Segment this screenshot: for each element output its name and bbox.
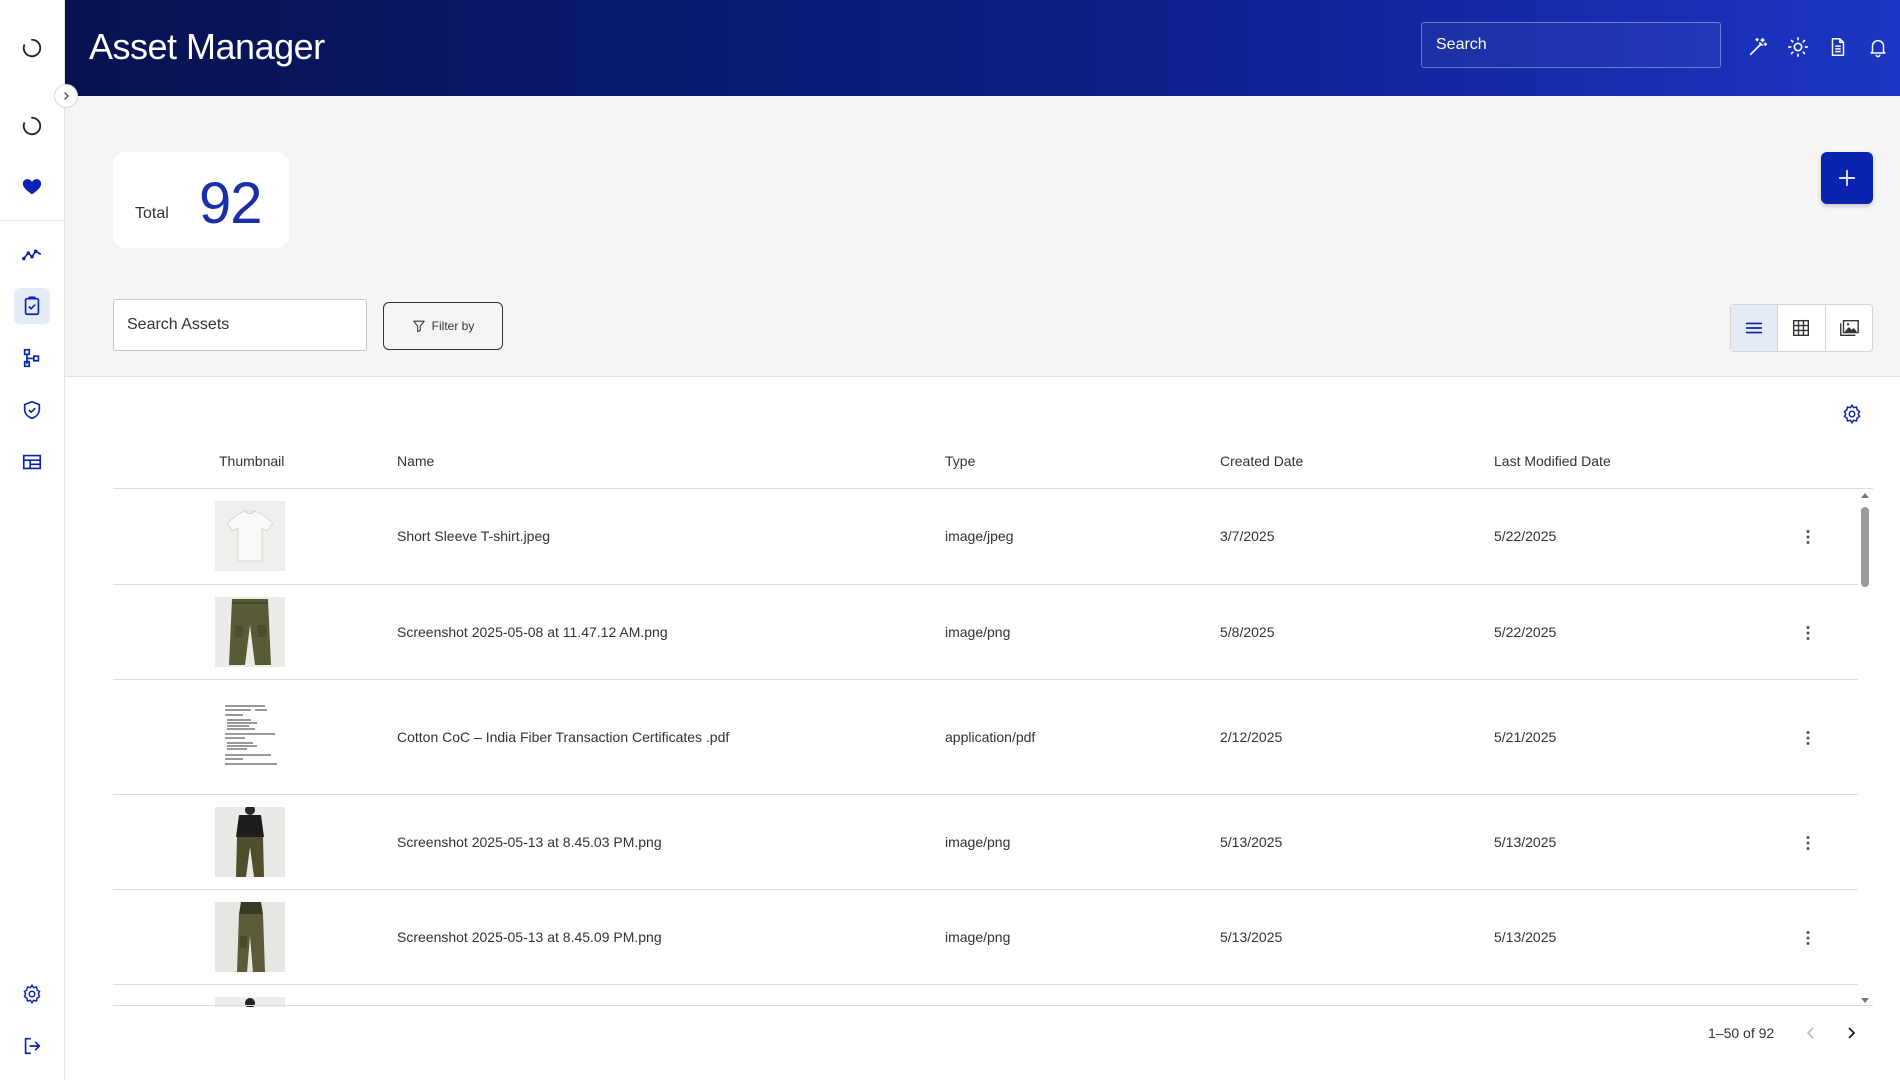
filter-label: Filter by: [431, 319, 475, 333]
row-more-icon[interactable]: [1798, 728, 1818, 748]
asset-name[interactable]: Short Sleeve T-shirt.jpeg: [397, 528, 550, 544]
table-header: Thumbnail Name Type Created Date Last Mo…: [113, 445, 1873, 489]
scroll-up-icon[interactable]: [1860, 491, 1870, 501]
asset-type: image/png: [945, 624, 1011, 640]
row-more-icon[interactable]: [1798, 527, 1818, 547]
total-count: 92: [199, 171, 263, 236]
table-row[interactable]: Screenshot 2025-05-08 at 11.47.12 AM.png…: [113, 585, 1858, 680]
asset-table-panel: Thumbnail Name Type Created Date Last Mo…: [65, 376, 1900, 1080]
asset-name[interactable]: Cotton CoC – India Fiber Transaction Cer…: [397, 729, 729, 745]
asset-modified-date: 5/13/2025: [1494, 929, 1557, 945]
clipboard-check-icon[interactable]: [14, 288, 50, 324]
asset-created-date: 5/8/2025: [1220, 624, 1275, 640]
total-label: Total: [135, 205, 169, 222]
hierarchy-icon[interactable]: [14, 340, 50, 376]
asset-modified-date: 5/22/2025: [1494, 624, 1557, 640]
logout-icon[interactable]: [14, 1028, 50, 1064]
gallery-view-icon[interactable]: [1826, 305, 1872, 351]
add-asset-button[interactable]: [1821, 152, 1873, 204]
table-row[interactable]: Short Sleeve T-shirt.jpeg image/jpeg 3/7…: [113, 489, 1858, 585]
asset-created-date: 5/13/2025: [1220, 929, 1283, 945]
asset-type: image/jpeg: [945, 528, 1014, 544]
column-header-created-date[interactable]: Created Date: [1220, 453, 1303, 469]
asset-created-date: 2/12/2025: [1220, 729, 1283, 745]
dashboard-layout-icon[interactable]: [14, 444, 50, 480]
asset-search-input[interactable]: Search Assets: [113, 299, 367, 351]
sun-icon[interactable]: [1785, 34, 1811, 60]
app-title: Asset Manager: [89, 26, 325, 67]
thumbnail-pdf-document: [215, 700, 285, 770]
thumbnail-model-olive-pants: [215, 807, 285, 877]
asset-modified-date: 5/13/2025: [1494, 834, 1557, 850]
scroll-down-icon[interactable]: [1860, 995, 1870, 1005]
table-settings-gear-icon[interactable]: [1841, 403, 1867, 429]
sidebar: [0, 0, 65, 1080]
magic-wand-icon[interactable]: [1745, 34, 1771, 60]
scroll-thumb[interactable]: [1861, 507, 1869, 587]
column-header-last-modified-date[interactable]: Last Modified Date: [1494, 453, 1611, 469]
asset-type: image/png: [945, 929, 1011, 945]
bell-icon[interactable]: [1865, 34, 1891, 60]
asset-name[interactable]: Screenshot 2025-05-13 at 8.45.03 PM.png: [397, 834, 662, 850]
sidebar-divider: [0, 220, 64, 221]
loading-spinner-icon: [14, 108, 50, 144]
global-search-input[interactable]: Search: [1421, 22, 1721, 68]
table-row[interactable]: Screenshot 2025-05-13 at 8.45.09 PM.png …: [113, 890, 1858, 985]
asset-modified-date: 5/21/2025: [1494, 729, 1557, 745]
asset-name[interactable]: Screenshot 2025-05-13 at 8.45.09 PM.png: [397, 929, 662, 945]
table-row[interactable]: Cotton CoC – India Fiber Transaction Cer…: [113, 680, 1858, 795]
filter-button[interactable]: Filter by: [383, 302, 503, 350]
sidebar-collapse-button[interactable]: [54, 84, 78, 108]
table-footer-divider: [113, 1005, 1873, 1006]
document-icon[interactable]: [1825, 34, 1851, 60]
list-view-icon[interactable]: [1731, 305, 1779, 351]
view-mode-toggle: [1730, 304, 1873, 352]
asset-modified-date: 5/22/2025: [1494, 528, 1557, 544]
gear-icon[interactable]: [14, 976, 50, 1012]
pagination-range: 1–50 of 92: [1708, 1025, 1775, 1041]
column-header-type[interactable]: Type: [945, 453, 975, 469]
filter-icon: [412, 320, 425, 333]
loading-spinner-icon: [14, 30, 50, 66]
table-row[interactable]: Screenshot 2025-05-13 at 8.45.03 PM.png …: [113, 795, 1858, 890]
top-header: Asset Manager Search: [65, 0, 1900, 96]
previous-page-chevron-icon[interactable]: [1799, 1021, 1823, 1045]
heart-icon[interactable]: [14, 168, 50, 204]
total-summary-card: Total 92: [113, 152, 289, 248]
thumbnail-olive-pants: [215, 597, 285, 667]
thumbnail-white-tshirt: [215, 501, 285, 571]
asset-type: application/pdf: [945, 729, 1036, 745]
trend-chart-icon[interactable]: [14, 236, 50, 272]
shield-check-icon[interactable]: [14, 392, 50, 428]
row-more-icon[interactable]: [1798, 833, 1818, 853]
asset-type: image/png: [945, 834, 1011, 850]
next-page-chevron-icon[interactable]: [1839, 1021, 1863, 1045]
column-header-thumbnail[interactable]: Thumbnail: [219, 453, 284, 469]
asset-created-date: 3/7/2025: [1220, 528, 1275, 544]
grid-view-icon[interactable]: [1778, 305, 1826, 351]
row-more-icon[interactable]: [1798, 928, 1818, 948]
table-body: Short Sleeve T-shirt.jpeg image/jpeg 3/7…: [113, 489, 1858, 1007]
table-scrollbar[interactable]: [1857, 489, 1873, 1007]
asset-created-date: 5/13/2025: [1220, 834, 1283, 850]
table-row[interactable]: [113, 985, 1858, 1007]
column-header-name[interactable]: Name: [397, 453, 434, 469]
asset-name[interactable]: Screenshot 2025-05-08 at 11.47.12 AM.png: [397, 624, 668, 640]
thumbnail-olive-pants-side: [215, 902, 285, 972]
row-more-icon[interactable]: [1798, 623, 1818, 643]
